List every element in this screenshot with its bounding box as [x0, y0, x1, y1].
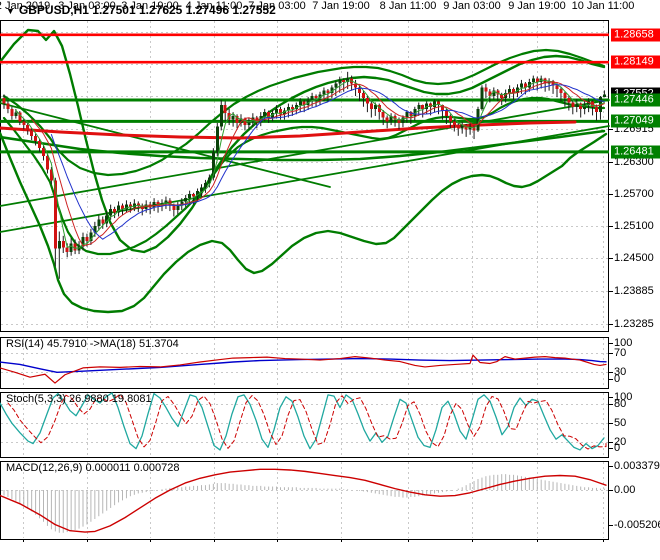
macd-scale-label: 0.00 — [614, 484, 636, 496]
time-axis-label: 9 Jan 03:00 — [443, 0, 501, 12]
time-axis-label: 9 Jan 19:00 — [508, 0, 566, 12]
time-axis-label: 3 Jan 19:00 — [121, 0, 179, 12]
support-price-badge: 1.26481 — [611, 145, 660, 159]
rsi-indicator-label: RSI(14) 45.7910 ->MA(18) 51.3704 — [6, 338, 179, 350]
time-axis-label: 7 Jan 19:00 — [312, 0, 370, 12]
macd-indicator-label: MACD(12,26,9) 0.000011 0.000728 — [6, 462, 180, 474]
stoch-scale-label: 80 — [614, 398, 627, 410]
bollinger-band-curves — [0, 28, 608, 314]
time-axis-label: 8 Jan 11:00 — [379, 0, 437, 12]
rsi-scale-label: 0 — [614, 373, 621, 385]
axis-tick-marks — [609, 129, 613, 526]
support-price-badge: 1.27446 — [611, 93, 660, 107]
stoch-scale-label: 50 — [614, 417, 627, 429]
price-axis-label: 1.25700 — [614, 187, 654, 200]
macd-scale-label: 0.003379 — [614, 460, 660, 472]
time-axis-label: 10 Jan 11:00 — [571, 0, 635, 12]
macd-scale-label: -0.005206 — [614, 519, 660, 531]
price-axis-label: 1.23885 — [614, 285, 654, 298]
stoch-scale-label: 0 — [614, 442, 621, 454]
time-axis-label: 2 Jan 2019 — [0, 0, 51, 12]
rsi-scale-label: 70 — [614, 347, 627, 359]
price-axis-label: 1.23285 — [614, 317, 654, 330]
rsi-lines — [0, 354, 607, 384]
price-axis-label: 1.25100 — [614, 220, 654, 233]
time-axis-label: 4 Jan 11:00 — [185, 0, 243, 12]
time-axis-label: 3 Jan 03:00 — [58, 0, 116, 12]
trading-terminal-chart-window: { "window": { "title": "GBPUSD,H1 1.2750… — [0, 0, 660, 560]
stoch-indicator-label: Stoch(5,3,3) 26.9880 19.8081 — [6, 393, 152, 405]
resistance-price-badge: 1.28149 — [611, 55, 660, 69]
main-price-panel — [0, 20, 609, 332]
time-axis-label: 7 Jan 03:00 — [248, 0, 306, 12]
chart-canvas[interactable] — [0, 0, 660, 560]
resistance-price-badge: 1.28658 — [611, 28, 660, 42]
support-price-badge: 1.27049 — [611, 114, 660, 128]
price-axis-label: 1.24500 — [614, 252, 654, 265]
macd-graph — [0, 468, 607, 533]
